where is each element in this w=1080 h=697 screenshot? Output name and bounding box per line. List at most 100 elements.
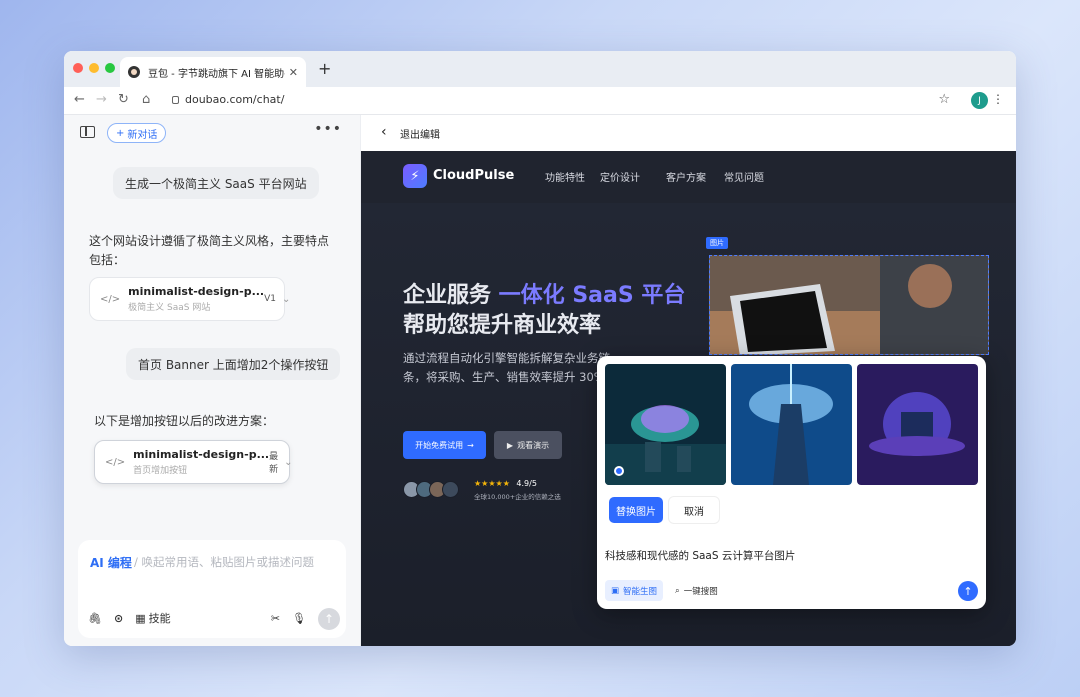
bookmark-star-icon[interactable]: ☆ (938, 92, 950, 107)
reply-line: 这个网站设计遵循了极简主义风格，主要特点 (89, 234, 330, 248)
composer-placeholder[interactable]: / 唤起常用语、粘贴图片或描述问题 (134, 554, 314, 570)
watch-demo-button[interactable]: ▶ 观看演示 (494, 431, 562, 459)
home-icon[interactable]: ⌂ (142, 92, 150, 107)
hero-title: 企业服务 一体化 SaaS 平台 (403, 277, 685, 309)
editor-header: ‹ 退出编辑 (361, 115, 1016, 151)
search-icon: ⌕ (675, 585, 680, 596)
skills-icon: ▦ (135, 611, 146, 625)
reply-line: 包括： (89, 253, 126, 267)
preview-pane: ‹ 退出编辑 ⚡ CloudPulse 功能特性 定价设计 客户方案 常见问题 … (361, 115, 1016, 646)
avatar (442, 481, 459, 498)
sidebar-toggle-icon[interactable] (80, 126, 95, 138)
version-label: 最新 (269, 452, 279, 475)
message-composer[interactable]: AI 编程 / 唤起常用语、粘贴图片或描述问题 🖇 ⊙ ▦ 技能 ✂ 🎙 ↑ (78, 540, 346, 638)
watch-demo-label: 观看演示 (517, 440, 550, 450)
cloud-image-icon (605, 364, 726, 485)
site-nav-item[interactable]: 定价设计 (600, 169, 640, 184)
exit-edit-button[interactable]: 退出编辑 (400, 126, 440, 141)
customer-avatars (403, 481, 459, 498)
image-option-1[interactable] (605, 364, 726, 485)
image-tag: 图片 (706, 237, 728, 249)
assistant-reply: 这个网站设计遵循了极简主义风格，主要特点 包括： (89, 232, 329, 270)
send-button[interactable]: ↑ (318, 608, 340, 630)
rating-caption: 全球10,000+企业的信赖之选 (474, 493, 561, 501)
forward-arrow-icon[interactable]: → (96, 92, 107, 107)
hero-subtitle: 帮助您提升商业效率 (403, 313, 602, 338)
smart-generate-button[interactable]: ▣ 智能生图 (605, 580, 664, 601)
plus-icon: + (116, 127, 125, 139)
browser-window: 豆包 - 字节跳动旗下 AI 智能助手 ✕ + ← → ↻ ⌂ doubao.c… (64, 51, 1016, 646)
image-replace-popup: 替换图片 取消 科技感和现代感的 SaaS 云计算平台图片 ▣ 智能生图 ⌕ 一… (597, 356, 986, 609)
zoom-window-button[interactable] (105, 63, 115, 73)
address-bar: ← → ↻ ⌂ doubao.com/chat/ ☆ J ⋮ (64, 87, 1016, 115)
new-chat-button[interactable]: + 新对话 (107, 123, 167, 143)
image-generate-icon: ▣ (611, 585, 620, 596)
skills-button[interactable]: ▦ 技能 (135, 610, 170, 626)
github-icon[interactable]: ⊙ (114, 612, 123, 625)
window-controls (73, 63, 115, 73)
rating: ★★★★★ 4.9/5 (474, 479, 537, 488)
hero-title-prefix: 企业服务 (403, 283, 499, 308)
code-icon: </> (105, 456, 126, 468)
microphone-icon[interactable]: 🎙 (292, 612, 306, 625)
back-chevron-icon[interactable]: ‹ (381, 124, 387, 140)
artifact-name: minimalist-design-p... (133, 448, 270, 461)
hero-title-highlight: 一体化 SaaS 平台 (498, 283, 686, 308)
attachment-icon[interactable]: 🖇 (88, 612, 102, 625)
hero-image[interactable] (709, 255, 989, 355)
artifact-subtitle: 极简主义 SaaS 网站 (128, 303, 211, 313)
artifact-name: minimalist-design-p... (128, 285, 265, 298)
new-tab-button[interactable]: + (318, 59, 331, 78)
profile-avatar[interactable]: J (971, 92, 988, 109)
image-prompt-input[interactable]: 科技感和现代感的 SaaS 云计算平台图片 (605, 548, 795, 563)
ai-coding-mode-label[interactable]: AI 编程 (90, 554, 132, 571)
minimize-window-button[interactable] (89, 63, 99, 73)
site-nav-item[interactable]: 常见问题 (724, 169, 764, 184)
reload-icon[interactable]: ↻ (118, 92, 129, 107)
dome-image-icon (857, 364, 978, 485)
tab-bar: 豆包 - 字节跳动旗下 AI 智能助手 ✕ + (64, 51, 1016, 87)
image-search-label: 一键搜图 (683, 586, 718, 597)
user-message: 生成一个极简主义 SaaS 平台网站 (113, 167, 319, 199)
image-option-2[interactable] (731, 364, 852, 485)
replace-image-button[interactable]: 替换图片 (609, 497, 663, 523)
url-field[interactable]: doubao.com/chat/ (172, 93, 284, 106)
tab-close-icon[interactable]: ✕ (289, 66, 298, 79)
chat-pane: + 新对话 ••• 生成一个极简主义 SaaS 平台网站 这个网站设计遵循了极简… (64, 115, 361, 646)
site-nav-item[interactable]: 功能特性 (545, 169, 585, 184)
assistant-reply: 以下是增加按钮以后的改进方案： (94, 414, 275, 428)
more-options-icon[interactable]: ••• (314, 121, 342, 137)
site-navbar: ⚡ CloudPulse 功能特性 定价设计 客户方案 常见问题 (361, 151, 1016, 203)
free-trial-button[interactable]: 开始免费试用 → (403, 431, 486, 459)
arrow-right-icon: → (467, 440, 474, 450)
image-option-3[interactable] (857, 364, 978, 485)
laptop-photo-illustration (710, 256, 988, 354)
url-text: doubao.com/chat/ (185, 93, 285, 106)
free-trial-label: 开始免费试用 (415, 440, 464, 450)
site-nav-item[interactable]: 客户方案 (666, 169, 706, 184)
code-icon: </> (100, 293, 121, 305)
smart-generate-label: 智能生图 (623, 586, 658, 597)
site-brand: CloudPulse (433, 168, 515, 183)
browser-tab[interactable]: 豆包 - 字节跳动旗下 AI 智能助手 ✕ (120, 57, 306, 87)
artifact-subtitle: 首页增加按钮 (133, 466, 188, 476)
star-rating-icon: ★★★★★ (474, 479, 510, 488)
doubao-favicon-icon (128, 66, 140, 78)
chevron-down-icon[interactable]: ⌄ (284, 457, 292, 468)
user-message: 首页 Banner 上面增加2个操作按钮 (126, 348, 341, 380)
back-arrow-icon[interactable]: ← (74, 92, 85, 107)
new-chat-label: 新对话 (127, 129, 158, 141)
lock-icon (172, 95, 179, 104)
cancel-button[interactable]: 取消 (669, 497, 719, 523)
image-search-button[interactable]: ⌕ 一键搜图 (669, 580, 724, 601)
close-window-button[interactable] (73, 63, 83, 73)
scissors-icon[interactable]: ✂ (271, 612, 280, 625)
code-artifact-card[interactable]: </> minimalist-design-p... 首页增加按钮 最新 ⌄ (94, 440, 293, 484)
browser-menu-icon[interactable]: ⋮ (992, 92, 1004, 106)
version-label: V1 (264, 294, 276, 304)
code-artifact-card[interactable]: </> minimalist-design-p... 极简主义 SaaS 网站 … (89, 277, 290, 321)
chevron-down-icon[interactable]: ⌄ (282, 294, 290, 305)
popup-send-button[interactable]: ↑ (958, 581, 978, 601)
chat-header: + 新对话 ••• (64, 115, 360, 151)
skills-label: 技能 (148, 612, 171, 625)
